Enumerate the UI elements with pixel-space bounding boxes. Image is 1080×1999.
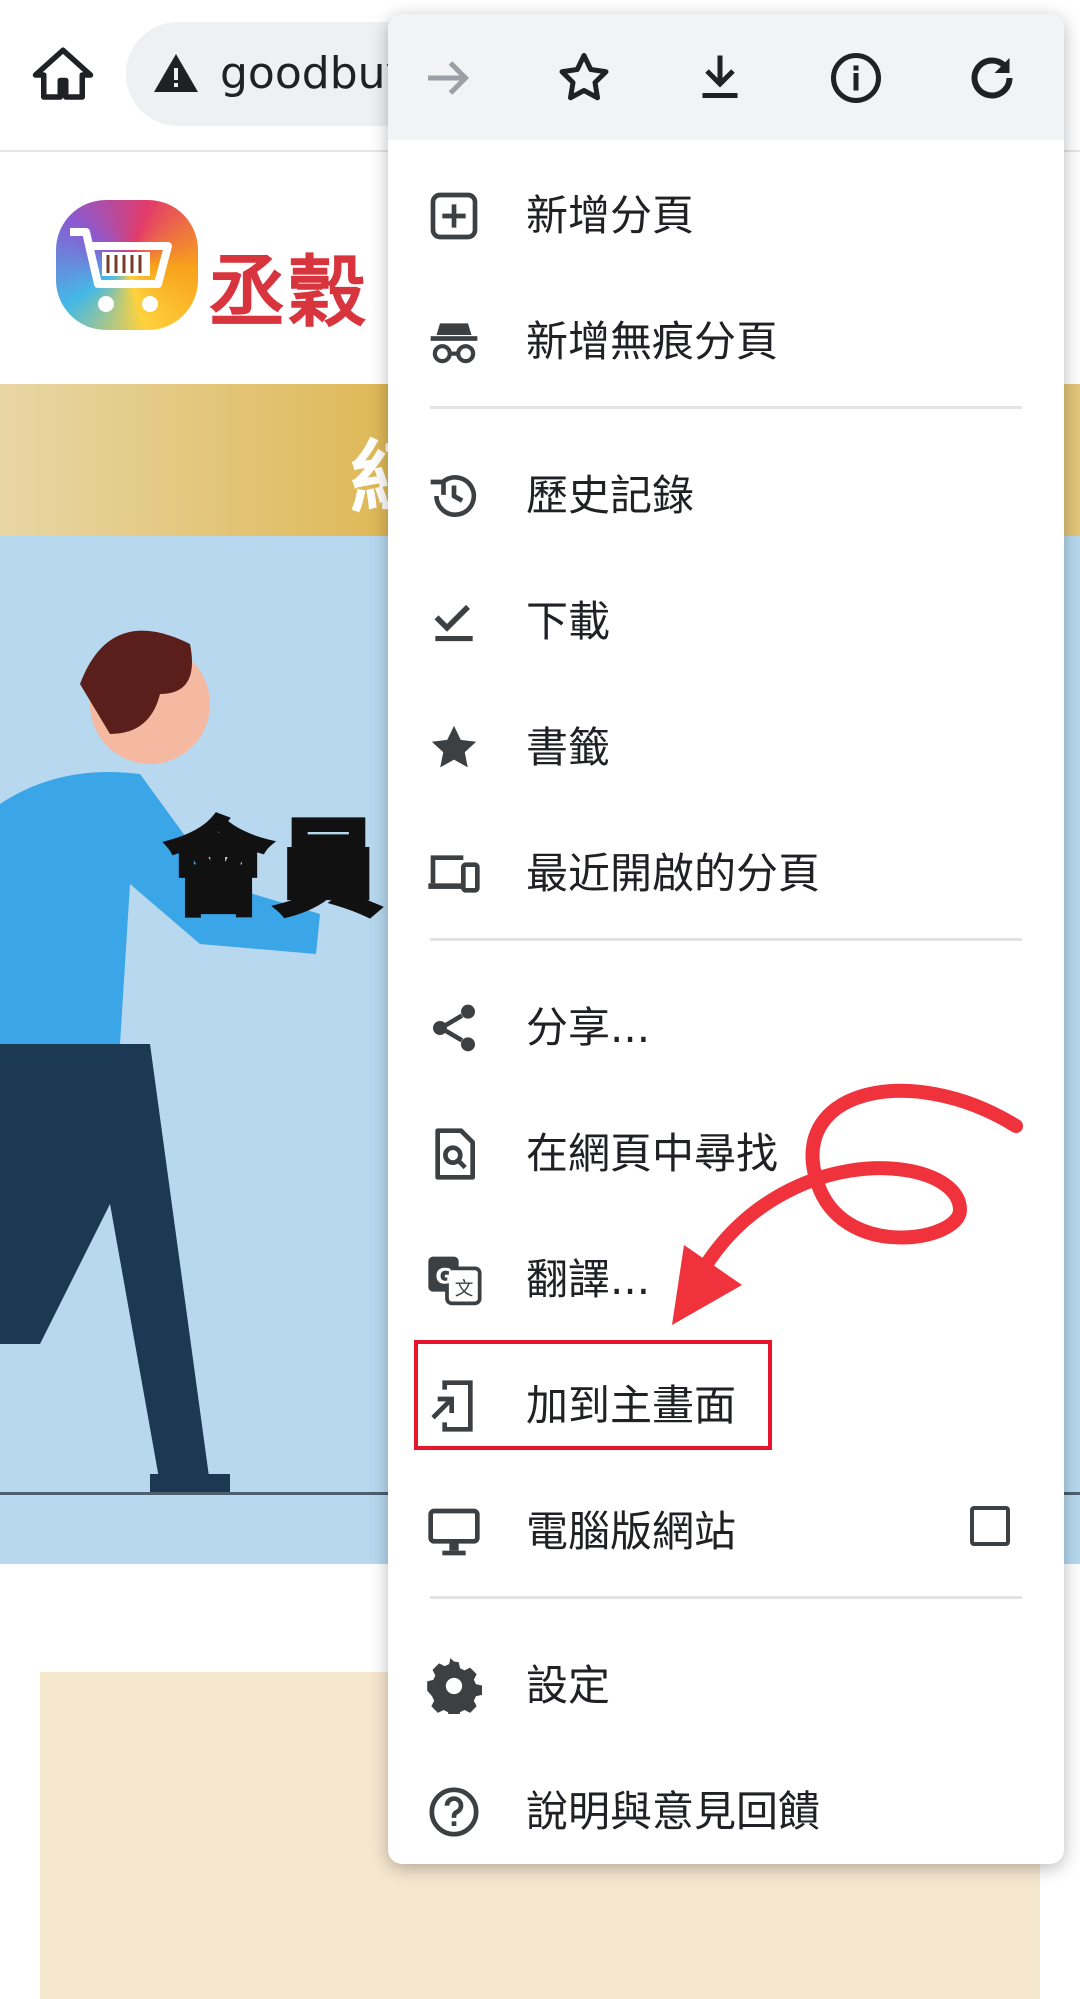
overflow-menu: 新增分頁 新增無痕分頁 歷史記錄 下載 書籤 最近開啟的分頁 分享... 在網頁… [388, 14, 1064, 1864]
menu-item-label: 歷史記錄 [526, 471, 695, 520]
forward-icon[interactable] [418, 48, 478, 108]
menu-item-label: 說明與意見回饋 [526, 1787, 821, 1836]
history-icon [426, 468, 482, 524]
incognito-icon [426, 314, 482, 370]
red-arrow-annotation [672, 1083, 1023, 1325]
menu-item-label: 設定 [526, 1661, 611, 1710]
menu-item-label: 新增分頁 [526, 191, 695, 240]
menu-item-recent-tabs[interactable]: 最近開啟的分頁 [388, 812, 1064, 936]
url-text: goodbuy [220, 48, 412, 99]
site-logo-text: 丞穀 [208, 247, 369, 338]
refresh-icon[interactable] [962, 48, 1022, 108]
find-in-page-icon [426, 1126, 482, 1182]
menu-divider [430, 1596, 1022, 1599]
desktop-icon [426, 1504, 482, 1560]
home-icon[interactable] [30, 42, 96, 108]
share-icon [426, 1000, 482, 1056]
info-icon[interactable] [826, 48, 886, 108]
hero-title: 會員 [163, 806, 387, 933]
translate-icon: G文 [426, 1252, 482, 1308]
desktop-site-checkbox[interactable] [970, 1506, 1010, 1546]
recent-tabs-icon [426, 846, 482, 902]
bookmark-star-icon [426, 720, 482, 776]
menu-item-label: 電腦版網站 [526, 1507, 737, 1556]
menu-item-label: 最近開啟的分頁 [526, 849, 821, 898]
download-icon[interactable] [690, 48, 750, 108]
menu-item-label: 書籤 [526, 723, 611, 772]
menu-item-bookmarks[interactable]: 書籤 [388, 686, 1064, 810]
menu-item-incognito-tab[interactable]: 新增無痕分頁 [388, 280, 1064, 404]
menu-item-label: 下載 [526, 597, 611, 646]
settings-gear-icon [426, 1658, 482, 1719]
highlight-box [414, 1340, 772, 1450]
menu-item-desktop-site[interactable]: 電腦版網站 [388, 1470, 1064, 1594]
svg-text:G: G [435, 1265, 452, 1289]
menu-item-settings[interactable]: 設定 [388, 1624, 1064, 1748]
menu-item-downloads[interactable]: 下載 [388, 560, 1064, 684]
menu-item-new-tab[interactable]: 新增分頁 [388, 154, 1064, 278]
menu-item-label: 新增無痕分頁 [526, 317, 779, 366]
new-tab-icon [426, 188, 482, 244]
menu-item-label: 翻譯... [526, 1255, 651, 1304]
hero-illustration [0, 630, 320, 1494]
menu-item-history[interactable]: 歷史記錄 [388, 434, 1064, 558]
menu-item-label: 分享... [526, 1003, 651, 1052]
help-icon [426, 1784, 482, 1840]
menu-divider [430, 938, 1022, 941]
svg-text:文: 文 [455, 1279, 474, 1300]
star-outline-icon[interactable] [554, 48, 614, 108]
menu-item-help-feedback[interactable]: 說明與意見回饋 [388, 1750, 1064, 1864]
menu-divider [430, 406, 1022, 409]
menu-action-bar [388, 14, 1064, 140]
downloads-icon [426, 594, 482, 650]
cart-icon [70, 228, 172, 312]
warning-icon[interactable] [152, 50, 200, 98]
